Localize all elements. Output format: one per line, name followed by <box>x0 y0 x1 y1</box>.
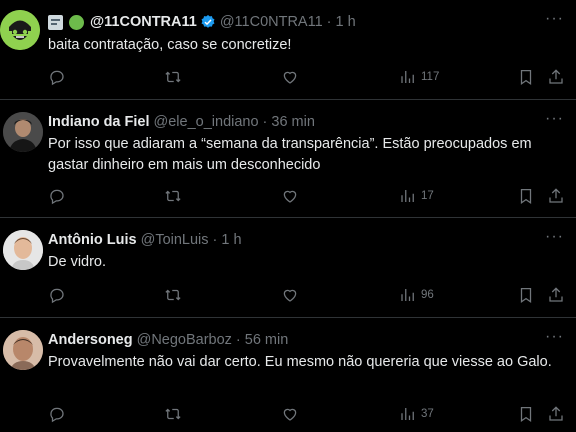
timestamp[interactable]: 1 h <box>221 232 241 248</box>
tweet-actions: 117 <box>48 67 568 87</box>
reply-icon <box>50 189 64 205</box>
tweet-text: Por isso que adiaram a “semana da transp… <box>48 136 532 173</box>
share-icon <box>549 287 563 302</box>
share-button[interactable] <box>547 285 565 305</box>
views-button[interactable]: 17 <box>399 186 434 206</box>
author-name[interactable]: @11CONTRA11 <box>90 14 197 30</box>
like-button[interactable] <box>281 285 299 305</box>
views-count: 117 <box>421 71 440 83</box>
timestamp[interactable]: 36 min <box>271 114 315 130</box>
views-icon <box>401 190 414 202</box>
bookmark-button[interactable] <box>517 67 535 87</box>
verified-icon <box>200 14 216 30</box>
tweet-header: Indiano da Fiel @ele_o_indiano · 36 min <box>48 112 315 132</box>
reply-icon <box>50 407 64 423</box>
dot-separator: · <box>235 332 241 348</box>
avatar[interactable] <box>3 112 43 152</box>
tweet-header: Andersoneg @NegoBarboz · 56 min <box>48 330 288 350</box>
retweet-icon <box>165 71 181 83</box>
like-icon <box>283 289 297 302</box>
more-icon[interactable]: ··· <box>545 229 564 245</box>
tweet[interactable]: Andersoneg @NegoBarboz · 56 min ··· Prov… <box>0 318 576 432</box>
views-count: 17 <box>421 190 434 202</box>
retweet-icon <box>165 289 181 301</box>
avatar[interactable] <box>3 330 43 370</box>
author-name[interactable]: Indiano da Fiel <box>48 114 150 130</box>
views-count: 37 <box>421 408 434 420</box>
like-icon <box>283 190 297 203</box>
tweet[interactable]: @11CONTRA11 @11C0NTRA11 · 1 h ··· baita … <box>0 0 576 100</box>
tweet-actions: 37 <box>48 404 568 424</box>
views-icon <box>401 408 414 420</box>
card-icon <box>48 14 63 30</box>
retweet-button[interactable] <box>164 285 182 305</box>
bookmark-icon <box>520 287 532 303</box>
tweet-text: Provavelmente não vai dar certo. Eu mesm… <box>48 354 552 370</box>
views-button[interactable]: 96 <box>399 285 434 305</box>
tweet-header: @11CONTRA11 @11C0NTRA11 · 1 h <box>48 12 356 32</box>
author-handle[interactable]: @ToinLuis <box>141 232 209 248</box>
reply-icon <box>50 70 64 86</box>
share-icon <box>549 188 563 203</box>
dot-separator: · <box>212 232 218 248</box>
share-button[interactable] <box>547 186 565 206</box>
reply-button[interactable] <box>48 67 66 87</box>
tweet-actions: 96 <box>48 285 568 305</box>
tweet-header: Antônio Luis @ToinLuis · 1 h <box>48 230 242 250</box>
status-dot-icon <box>69 14 84 30</box>
views-icon <box>401 71 414 83</box>
retweet-icon <box>165 190 181 202</box>
reply-button[interactable] <box>48 285 66 305</box>
dot-separator: · <box>262 114 268 130</box>
retweet-icon <box>165 408 181 420</box>
bookmark-button[interactable] <box>517 404 535 424</box>
bookmark-icon <box>520 188 532 204</box>
views-icon <box>401 289 414 301</box>
tweet[interactable]: Antônio Luis @ToinLuis · 1 h ··· De vidr… <box>0 218 576 318</box>
author-name[interactable]: Andersoneg <box>48 332 133 348</box>
author-handle[interactable]: @ele_o_indiano <box>154 114 259 130</box>
author-name[interactable]: Antônio Luis <box>48 232 137 248</box>
tweet-text: De vidro. <box>48 254 107 270</box>
tweet-actions: 17 <box>48 186 568 206</box>
avatar[interactable] <box>3 230 43 270</box>
retweet-button[interactable] <box>164 67 182 87</box>
like-button[interactable] <box>281 186 299 206</box>
reply-button[interactable] <box>48 186 66 206</box>
more-icon[interactable]: ··· <box>545 329 564 345</box>
avatar[interactable] <box>0 10 40 50</box>
dot-separator: · <box>326 14 332 30</box>
retweet-button[interactable] <box>164 404 182 424</box>
views-button[interactable]: 117 <box>399 67 439 87</box>
views-count: 96 <box>421 289 434 301</box>
bookmark-button[interactable] <box>517 186 535 206</box>
tweet[interactable]: Indiano da Fiel @ele_o_indiano · 36 min … <box>0 100 576 218</box>
share-button[interactable] <box>547 404 565 424</box>
like-button[interactable] <box>281 404 299 424</box>
bookmark-icon <box>520 406 532 422</box>
bookmark-button[interactable] <box>517 285 535 305</box>
author-handle[interactable]: @11C0NTRA11 <box>220 14 323 30</box>
more-icon[interactable]: ··· <box>545 111 564 127</box>
share-icon <box>549 406 563 421</box>
like-button[interactable] <box>281 67 299 87</box>
reply-icon <box>50 288 64 304</box>
retweet-button[interactable] <box>164 186 182 206</box>
views-button[interactable]: 37 <box>399 404 434 424</box>
share-button[interactable] <box>547 67 565 87</box>
timestamp[interactable]: 56 min <box>245 332 289 348</box>
timestamp[interactable]: 1 h <box>336 14 356 30</box>
tweet-text: baita contratação, caso se concretize! <box>48 37 292 53</box>
more-icon[interactable]: ··· <box>545 11 564 27</box>
bookmark-icon <box>520 69 532 85</box>
like-icon <box>283 408 297 421</box>
like-icon <box>283 71 297 84</box>
reply-button[interactable] <box>48 404 66 424</box>
author-handle[interactable]: @NegoBarboz <box>137 332 232 348</box>
share-icon <box>549 69 563 84</box>
